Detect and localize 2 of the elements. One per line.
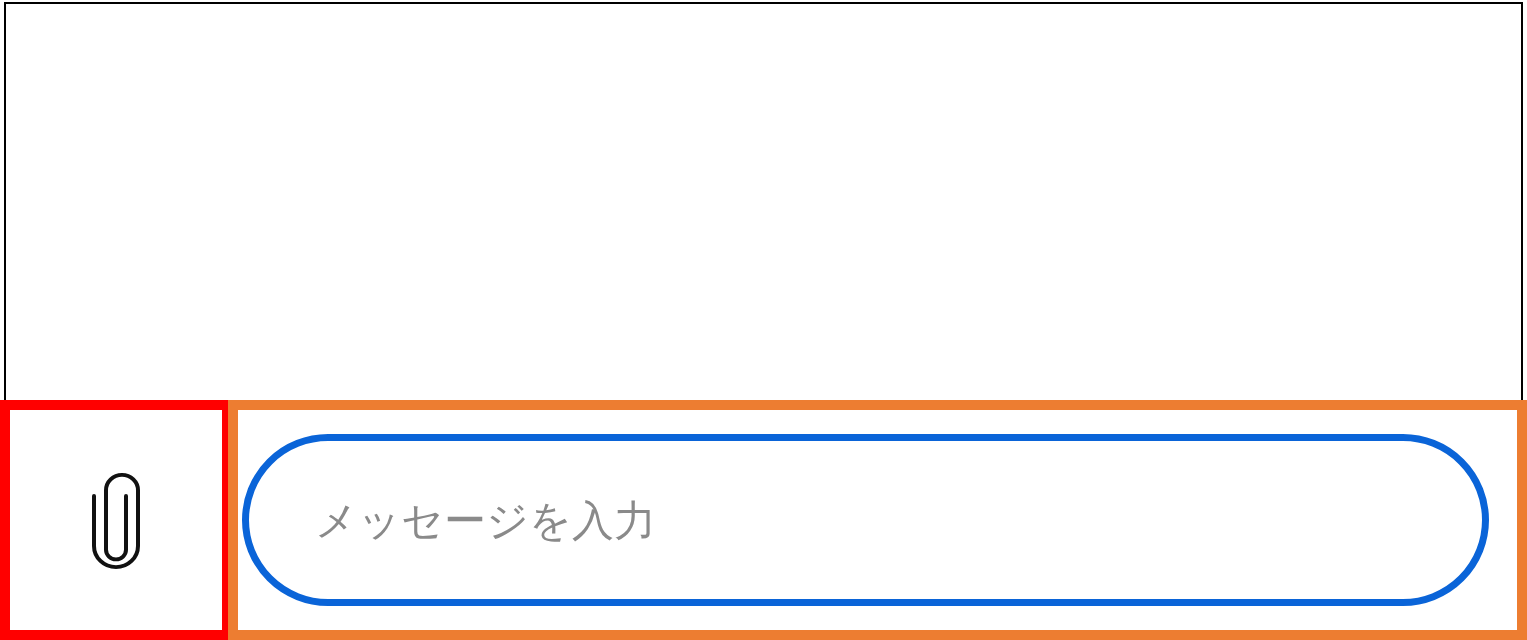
message-field[interactable]: メッセージを入力 — [242, 434, 1489, 606]
paperclip-icon[interactable] — [90, 471, 142, 569]
